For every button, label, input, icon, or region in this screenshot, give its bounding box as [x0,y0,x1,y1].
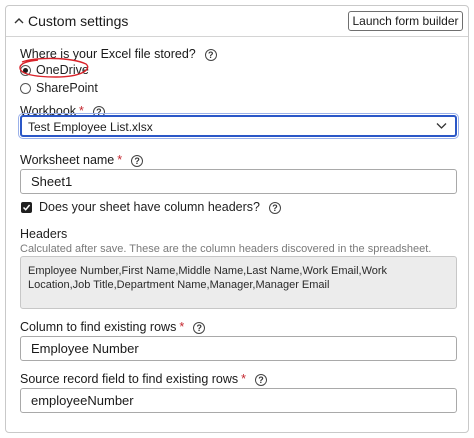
radio-sharepoint[interactable]: SharePoint [20,81,98,95]
column-headers-label: Does your sheet have column headers?? [39,200,281,214]
panel-title: Custom settings [28,13,129,29]
headers-readonly-field: Employee Number,First Name,Middle Name,L… [20,256,457,309]
column-headers-checkbox[interactable] [21,202,32,213]
help-icon[interactable]: ? [193,322,206,334]
red-circle-annotation [19,57,89,78]
panel-header[interactable]: Custom settings Launch form builder [6,6,468,37]
find-column-label: Column to find existing rows *? [20,320,206,334]
required-marker: * [179,320,185,334]
help-icon[interactable]: ? [204,49,217,61]
workbook-select[interactable]: Test Employee List.xlsx [18,113,459,139]
required-marker: * [117,153,123,167]
headers-description: Calculated after save. These are the col… [20,243,432,255]
worksheet-label: Worksheet name *? [20,153,144,167]
workbook-selected-value: Test Employee List.xlsx [28,120,153,134]
launch-form-builder-button[interactable]: Launch form builder [348,11,463,31]
chevron-up-icon[interactable] [13,15,25,27]
required-marker: * [241,372,247,386]
radio-label-sharepoint: SharePoint [36,81,98,95]
find-column-input[interactable] [20,336,457,361]
chevron-down-icon[interactable] [436,122,447,130]
help-icon[interactable]: ? [255,374,268,386]
radio-button-unchecked[interactable] [20,82,31,94]
source-field-label: Source record field to find existing row… [20,372,268,386]
checkmark-icon [22,204,31,211]
worksheet-name-input[interactable] [20,169,457,194]
help-icon[interactable]: ? [268,202,281,214]
headers-label: Headers [20,227,68,241]
source-field-input[interactable] [20,388,457,413]
help-icon[interactable]: ? [131,155,144,167]
